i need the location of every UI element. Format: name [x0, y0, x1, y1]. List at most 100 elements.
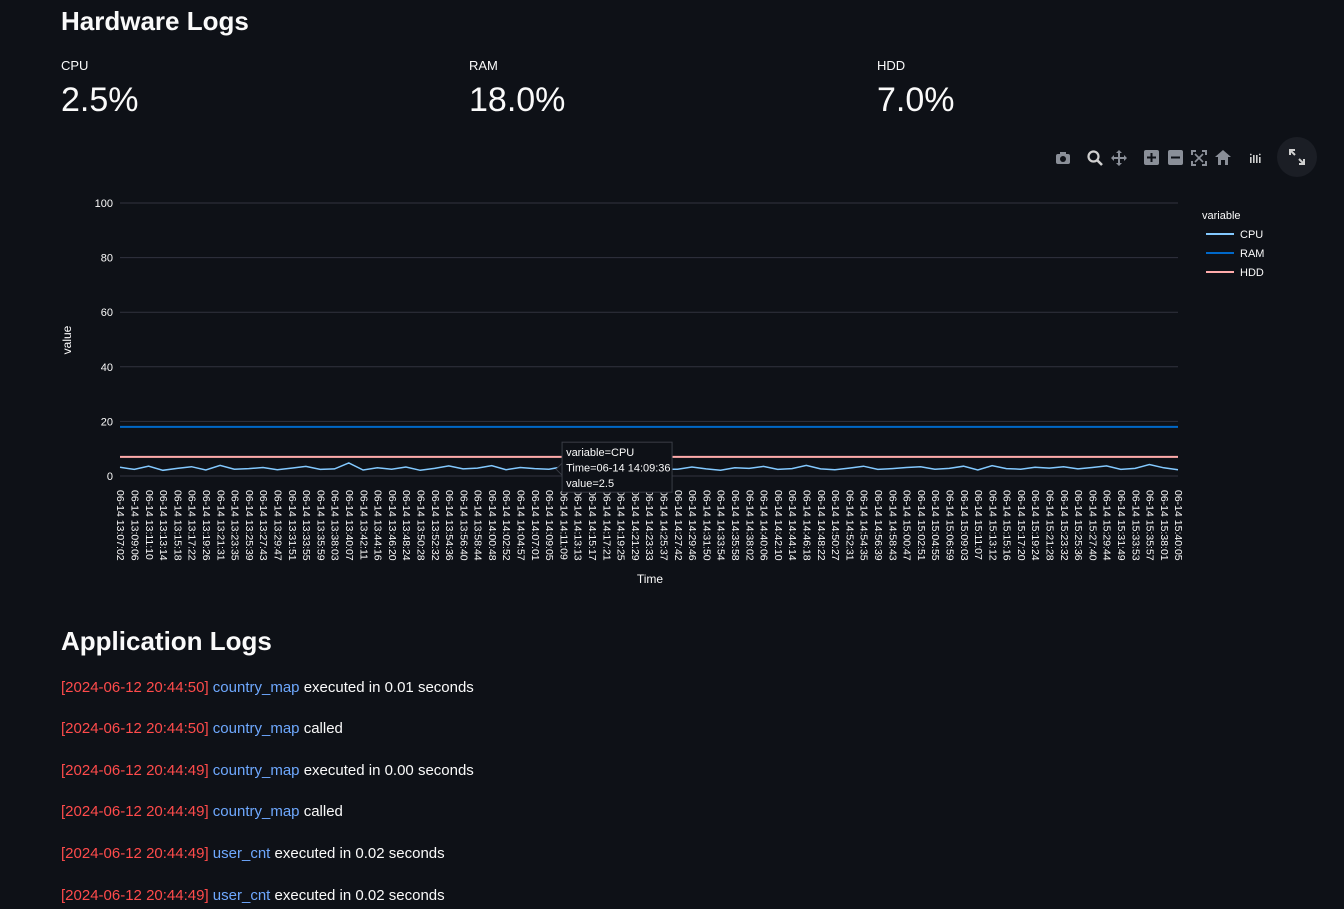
chart-tooltip: variable=CPU Time=06-14 14:09:36 value=2.5 [555, 441, 673, 493]
x-tick-label: 06-14 14:46:18 [800, 490, 812, 561]
x-tick-label: 06-14 15:06:59 [943, 490, 955, 561]
y-tick-label: 20 [101, 416, 113, 428]
x-tick-label: 06-14 13:52:32 [429, 490, 441, 561]
x-tick-label: 06-14 14:35:58 [729, 490, 741, 561]
log-function: country_map [212, 720, 300, 737]
x-tick-label: 06-14 13:38:03 [329, 490, 341, 561]
x-tick-label: 06-14 13:33:55 [300, 490, 312, 561]
x-tick-label: 06-14 13:13:14 [157, 490, 169, 561]
x-tick-label: 06-14 15:00:47 [901, 490, 913, 561]
x-tick-label: 06-14 14:38:02 [743, 490, 755, 561]
x-tick-label: 06-14 14:19:25 [615, 490, 627, 561]
x-tick-label: 06-14 13:42:11 [357, 490, 369, 560]
chart-legend[interactable]: variable CPU RAM HDD [1202, 210, 1264, 279]
log-function: country_map [212, 762, 300, 779]
log-function: country_map [212, 679, 300, 696]
log-message: called [303, 803, 343, 820]
x-tick-label: 06-14 14:00:48 [486, 490, 498, 561]
log-message: executed in 0.00 seconds [303, 762, 474, 779]
x-tick-label: 06-14 15:40:05 [1172, 490, 1184, 561]
x-tick-label: 06-14 13:35:59 [314, 490, 326, 561]
x-tick-label: 06-14 14:29:46 [686, 490, 698, 561]
log-message: called [303, 720, 343, 737]
x-tick-label: 06-14 14:48:22 [815, 490, 827, 561]
x-tick-label: 06-14 15:31:49 [1115, 490, 1127, 561]
x-tick-label: 06-14 15:13:12 [986, 490, 998, 561]
x-tick-label: 06-14 15:27:40 [1086, 490, 1098, 561]
x-tick-label: 06-14 15:19:24 [1029, 490, 1041, 561]
x-tick-label: 06-14 15:09:03 [958, 490, 970, 561]
x-tick-label: 06-14 14:27:42 [672, 490, 684, 561]
x-tick-label: 06-14 13:07:02 [114, 490, 126, 561]
x-tick-label: 06-14 13:40:07 [343, 490, 355, 561]
x-tick-label: 06-14 14:31:50 [700, 490, 712, 561]
x-tick-label: 06-14 15:11:07 [972, 490, 984, 560]
x-tick-label: 06-14 15:35:57 [1144, 490, 1156, 561]
x-tick-label: 06-14 14:44:14 [786, 490, 798, 561]
x-tick-label: 06-14 14:42:10 [772, 490, 784, 561]
log-entry: [2024-06-12 20:44:49] country_map called [61, 803, 343, 820]
legend-label-cpu: CPU [1240, 229, 1263, 241]
x-tick-label: 06-14 13:11:10 [143, 490, 155, 560]
x-tick-label: 06-14 14:52:31 [843, 490, 855, 561]
log-timestamp: [2024-06-12 20:44:49] [61, 845, 209, 862]
x-axis-label: Time [637, 572, 664, 586]
x-tick-label: 06-14 13:09:06 [129, 490, 141, 561]
y-axis-ticks: 0 20 40 60 80 100 [95, 198, 113, 483]
x-tick-label: 06-14 13:29:47 [271, 490, 283, 561]
x-tick-label: 06-14 14:50:27 [829, 490, 841, 561]
x-tick-label: 06-14 13:31:51 [286, 490, 298, 561]
x-tick-label: 06-14 15:25:36 [1072, 490, 1084, 561]
x-tick-label: 06-14 14:25:37 [658, 490, 670, 561]
log-message: executed in 0.02 seconds [274, 845, 445, 862]
legend-label-hdd: HDD [1240, 267, 1264, 279]
hardware-line-chart: 0 20 40 60 80 100 06-14 13:07:02 06-14 13:09:0… [60, 198, 1264, 586]
x-tick-label: 06-14 14:09:05 [543, 490, 555, 561]
log-timestamp: [2024-06-12 20:44:49] [61, 887, 209, 904]
x-tick-label: 06-14 14:02:52 [500, 490, 512, 561]
log-function: country_map [212, 803, 300, 820]
x-tick-label: 06-14 13:46:20 [386, 490, 398, 561]
x-tick-label: 06-14 13:27:43 [257, 490, 269, 561]
x-tick-label: 06-14 14:07:01 [529, 490, 541, 561]
x-tick-label: 06-14 15:04:55 [929, 490, 941, 561]
log-function: user_cnt [212, 845, 271, 862]
x-tick-label: 06-14 13:54:36 [443, 490, 455, 561]
y-tick-label: 80 [101, 253, 113, 265]
x-tick-label: 06-14 13:21:31 [214, 490, 226, 561]
log-timestamp: [2024-06-12 20:44:50] [61, 679, 209, 696]
application-logs-title: Application Logs [61, 626, 272, 656]
x-tick-label: 06-14 13:15:18 [171, 490, 183, 561]
log-entry: [2024-06-12 20:44:49] user_cnt executed … [61, 887, 445, 904]
log-entry: [2024-06-12 20:44:50] country_map called [61, 720, 343, 737]
y-tick-label: 60 [101, 307, 113, 319]
log-entry: [2024-06-12 20:44:49] country_map execut… [61, 762, 474, 779]
log-timestamp: [2024-06-12 20:44:49] [61, 803, 209, 820]
x-tick-label: 06-14 14:11:09 [557, 490, 569, 560]
tooltip-pointer [555, 461, 563, 477]
tooltip-line: variable=CPU [566, 447, 634, 459]
log-timestamp: [2024-06-12 20:44:49] [61, 762, 209, 779]
x-tick-label: 06-14 14:13:13 [572, 490, 584, 561]
x-tick-label: 06-14 15:38:01 [1158, 490, 1170, 561]
x-tick-label: 06-14 14:04:57 [515, 490, 527, 561]
x-tick-label: 06-14 14:40:06 [758, 490, 770, 561]
log-function: user_cnt [212, 887, 271, 904]
x-tick-label: 06-14 15:23:32 [1058, 490, 1070, 561]
log-entry: [2024-06-12 20:44:50] country_map execut… [61, 679, 474, 696]
x-tick-label: 06-14 13:48:24 [400, 490, 412, 561]
x-tick-label: 06-14 14:56:39 [872, 490, 884, 561]
x-tick-label: 06-14 15:17:20 [1015, 490, 1027, 561]
x-tick-label: 06-14 14:17:21 [600, 490, 612, 561]
x-tick-label: 06-14 14:54:35 [858, 490, 870, 561]
x-tick-label: 06-14 13:44:16 [372, 490, 384, 561]
tooltip-line: value=2.5 [566, 478, 614, 490]
x-tick-label: 06-14 14:21:29 [629, 490, 641, 561]
x-tick-label: 06-14 13:17:22 [186, 490, 198, 561]
x-tick-label: 06-14 13:50:28 [414, 490, 426, 561]
x-tick-label: 06-14 14:58:43 [886, 490, 898, 561]
log-message: executed in 0.01 seconds [303, 679, 474, 696]
y-axis-label: value [60, 325, 74, 354]
x-tick-label: 06-14 13:25:39 [243, 490, 255, 561]
log-timestamp: [2024-06-12 20:44:50] [61, 720, 209, 737]
